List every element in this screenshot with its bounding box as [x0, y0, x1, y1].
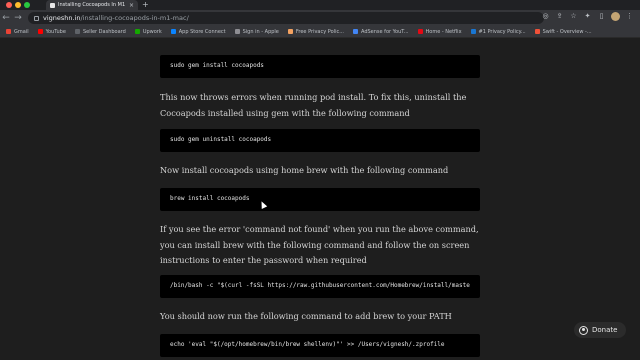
- new-tab-button[interactable]: +: [142, 0, 149, 10]
- menu-icon[interactable]: ⋮: [625, 12, 634, 21]
- bookmark-gmail[interactable]: Gmail: [6, 29, 29, 35]
- donate-label: Donate: [592, 326, 618, 334]
- code-block-brew-install[interactable]: brew install cocoapods: [160, 188, 480, 211]
- close-window-button[interactable]: [6, 2, 12, 8]
- profile-avatar[interactable]: [611, 12, 620, 21]
- donate-icon: [579, 325, 588, 335]
- code-text: /bin/bash -c "$(curl -fsSL https://raw.g…: [170, 282, 470, 289]
- swift-icon: [534, 29, 540, 34]
- browser-tab[interactable]: Installing Cocoapods In M1 Ma... ×: [46, 0, 138, 10]
- tab-title: Installing Cocoapods In M1 Ma...: [58, 2, 127, 8]
- sidebar-icon[interactable]: ▯: [597, 12, 606, 21]
- bookmark-privacy-policy[interactable]: #1 Privacy Policy...: [470, 29, 526, 35]
- forward-icon[interactable]: →: [12, 13, 24, 23]
- bookmark-app-store-connect[interactable]: App Store Connect: [170, 29, 226, 35]
- url-path: /installing-cocoapods-in-m1-mac/: [80, 14, 189, 22]
- code-text: echo 'eval "$(/opt/homebrew/bin/brew she…: [170, 341, 445, 348]
- paragraph-uninstall-info: This now throws errors when running pod …: [160, 92, 467, 118]
- bookmark-seller-dashboard[interactable]: Seller Dashboard: [74, 29, 126, 35]
- code-block-zprofile[interactable]: echo 'eval "$(/opt/homebrew/bin/brew she…: [160, 334, 480, 357]
- apple-icon: [234, 29, 240, 34]
- code-text: sudo gem install cocoapods: [170, 62, 264, 69]
- youtube-icon: [37, 29, 43, 34]
- zoom-window-button[interactable]: [24, 2, 30, 8]
- close-tab-icon[interactable]: ×: [129, 2, 134, 9]
- code-text: brew install cocoapods: [170, 195, 250, 202]
- app-store-icon: [170, 29, 176, 34]
- google-lens-icon[interactable]: ◎: [541, 12, 550, 21]
- upwork-icon: [134, 29, 140, 34]
- code-block-gem-install[interactable]: sudo gem install cocoapods: [160, 55, 480, 78]
- extensions-icon[interactable]: ✦: [583, 12, 592, 21]
- globe-icon: [74, 29, 80, 34]
- bookmark-adsense[interactable]: AdSense for YouT...: [352, 29, 409, 35]
- minimize-window-button[interactable]: [15, 2, 21, 8]
- page-content[interactable]: sudo gem install cocoapods This now thro…: [0, 38, 640, 360]
- tab-bar: Installing Cocoapods In M1 Ma... × +: [0, 0, 640, 10]
- browser-toolbar: ← → vigneshn.in /installing-cocoapods-in…: [0, 10, 640, 26]
- paragraph-add-brew-path: You should now run the following command…: [160, 311, 452, 321]
- adsense-icon: [352, 29, 358, 34]
- gmail-icon: [6, 29, 11, 34]
- bookmark-star-icon[interactable]: ☆: [569, 12, 578, 21]
- bookmark-swift-overview[interactable]: Swift - Overview -...: [534, 29, 592, 35]
- code-block-gem-uninstall[interactable]: sudo gem uninstall cocoapods: [160, 129, 480, 152]
- paragraph-brew-install-info: Now install cocoapods using home brew wi…: [160, 165, 449, 175]
- document-icon: [470, 29, 476, 34]
- lock-icon: [34, 15, 39, 21]
- netflix-icon: [417, 29, 423, 34]
- address-bar[interactable]: vigneshn.in /installing-cocoapods-in-m1-…: [28, 12, 544, 24]
- url-host: vigneshn.in: [43, 14, 81, 22]
- code-block-homebrew-install[interactable]: /bin/bash -c "$(curl -fsSL https://raw.g…: [160, 275, 480, 298]
- bookmark-sign-in-apple[interactable]: Sign in - Apple: [234, 29, 279, 35]
- back-icon[interactable]: ←: [0, 13, 12, 23]
- tab-favicon-icon: [50, 2, 55, 8]
- bookmarks-bar: Gmail YouTube Seller Dashboard Upwork Ap…: [0, 26, 640, 38]
- share-icon[interactable]: ⇪: [555, 12, 564, 21]
- bookmark-youtube[interactable]: YouTube: [37, 29, 66, 35]
- document-icon: [287, 29, 293, 34]
- bookmark-upwork[interactable]: Upwork: [134, 29, 162, 35]
- code-text: sudo gem uninstall cocoapods: [170, 136, 272, 143]
- paragraph-command-not-found: If you see the error 'command not found'…: [160, 224, 479, 265]
- bookmark-free-privacy-policy[interactable]: Free Privacy Polic...: [287, 29, 344, 35]
- bookmark-netflix[interactable]: Home - Netflix: [417, 29, 462, 35]
- toolbar-icons: ◎ ⇪ ☆ ✦ ▯ ⋮: [541, 12, 634, 21]
- donate-button[interactable]: Donate: [574, 322, 626, 338]
